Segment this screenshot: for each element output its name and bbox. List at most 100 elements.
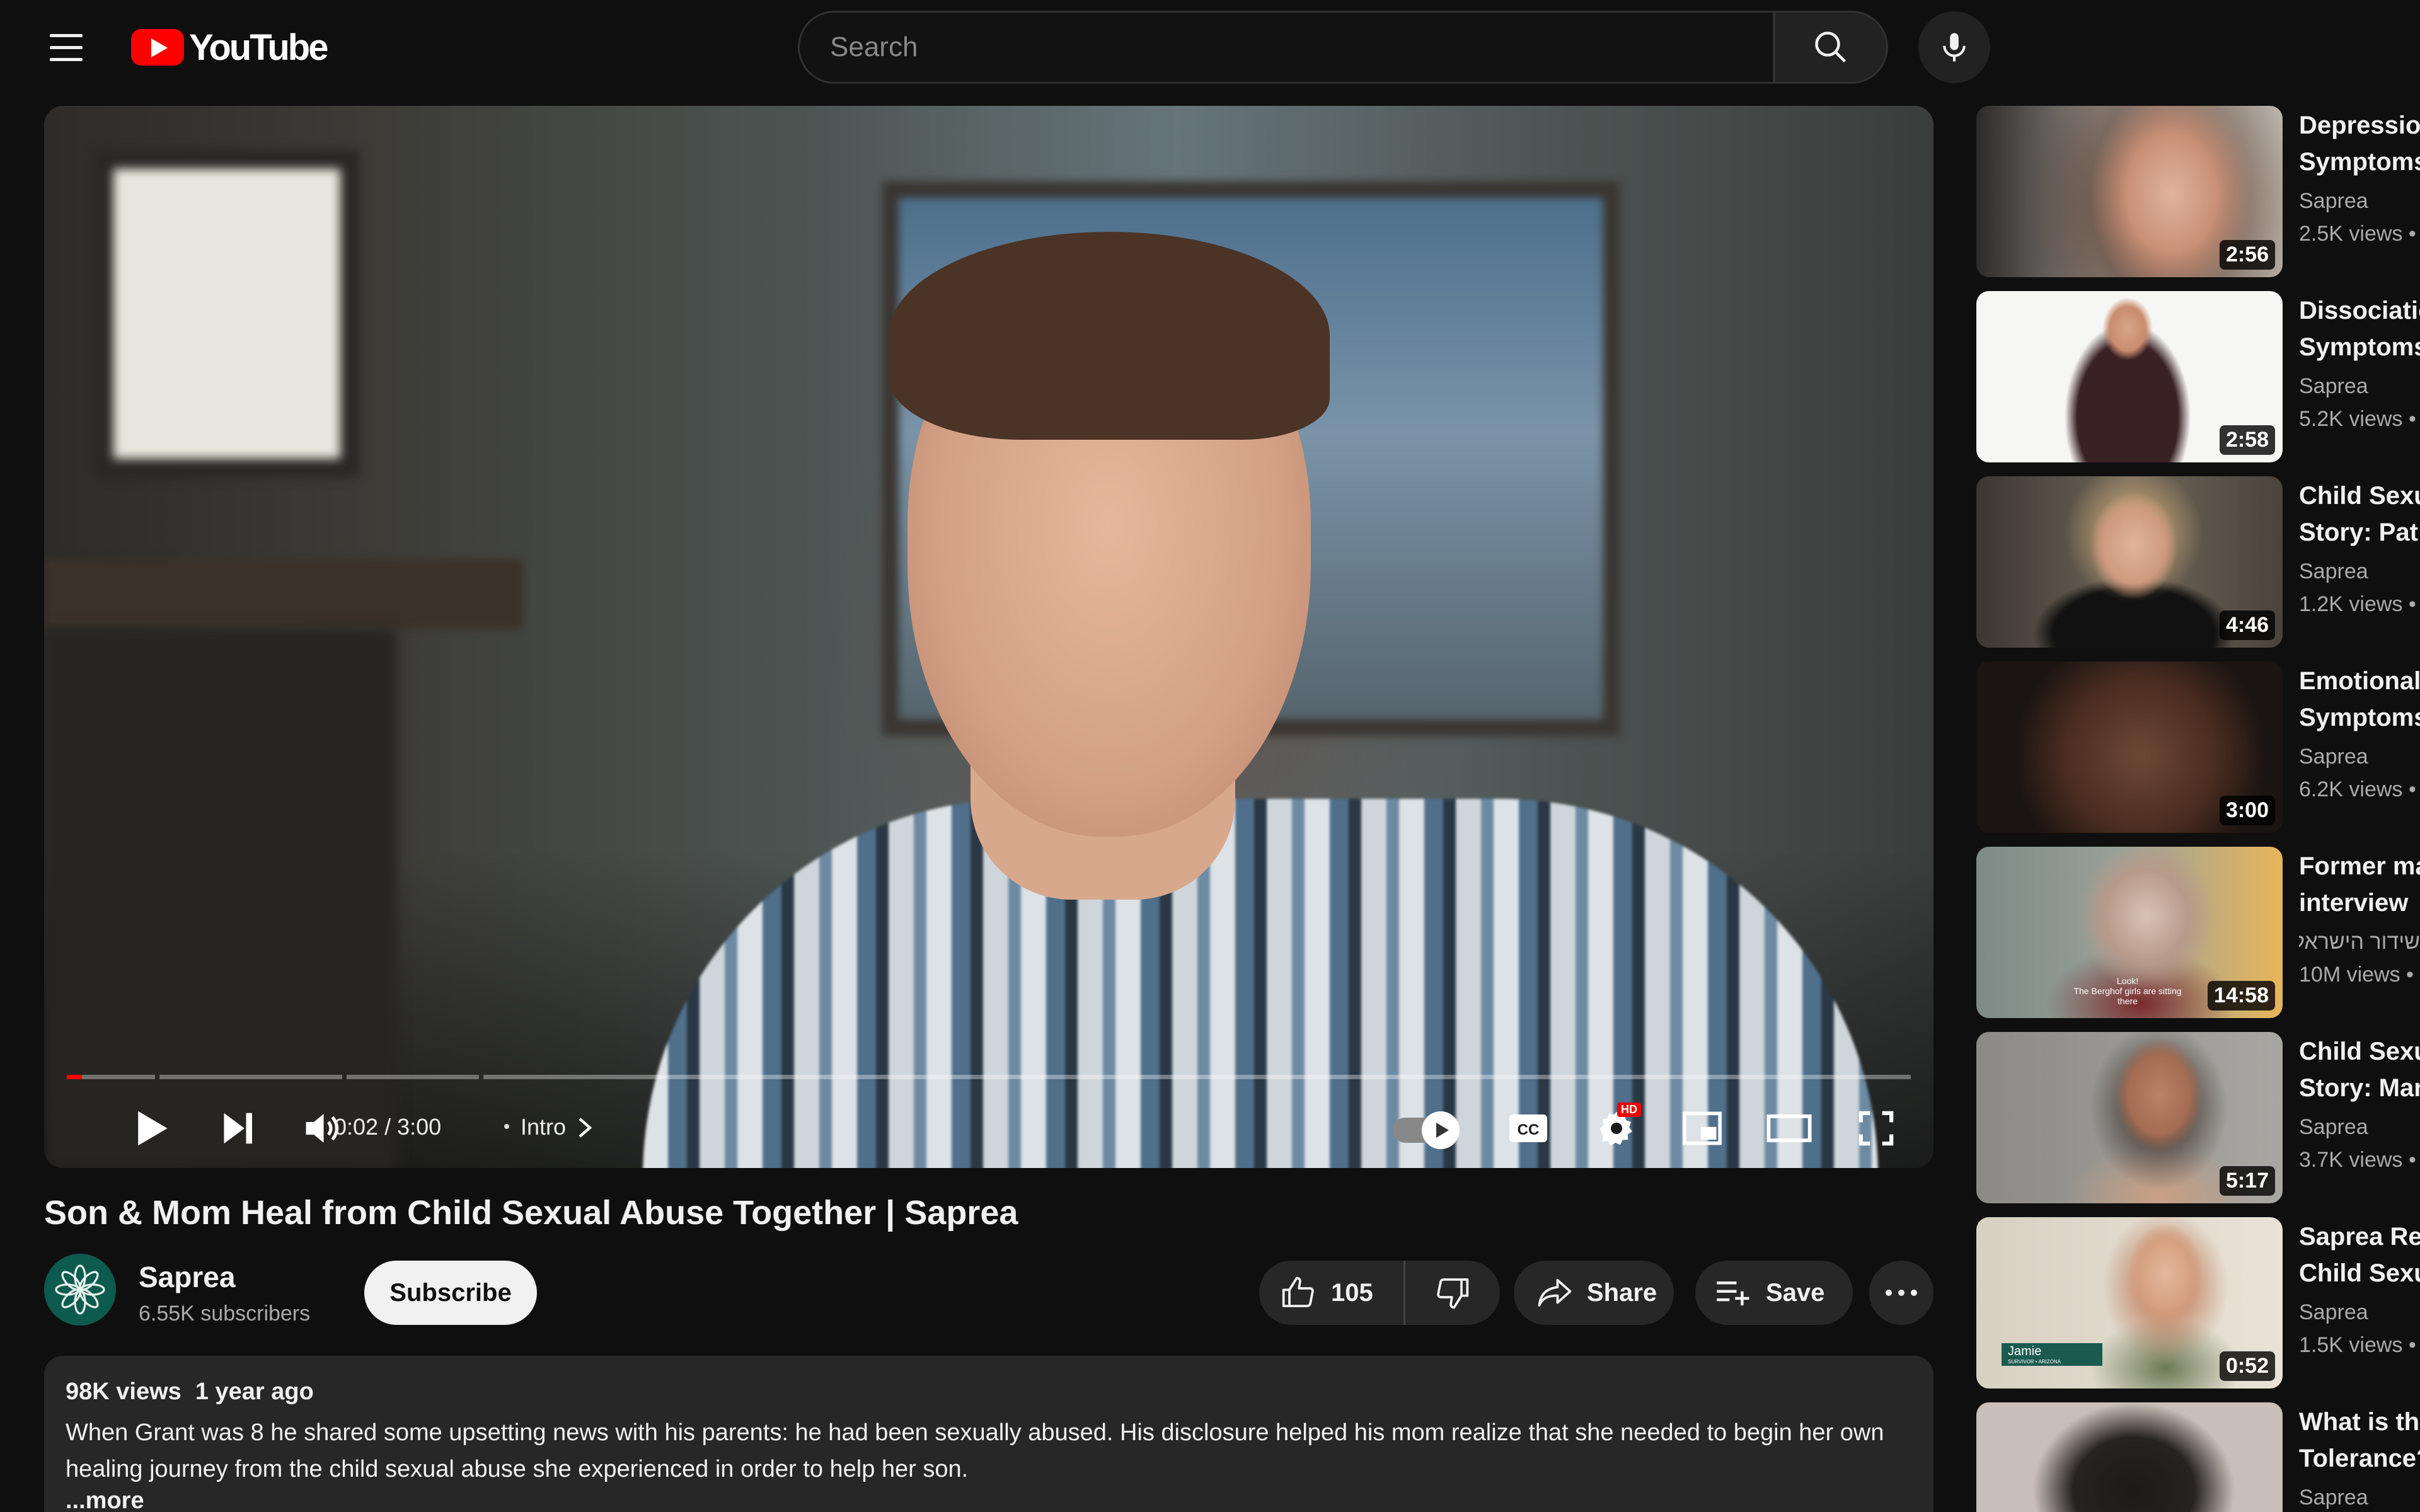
subscriber-count: 6.55K subscribers (139, 1302, 311, 1326)
like-button[interactable]: 105 (1259, 1261, 1405, 1325)
recommendation-thumbnail[interactable]: 2:56 (1976, 106, 2283, 277)
description-meta: 98K views 1 year ago (66, 1378, 1912, 1406)
recommendation-item[interactable]: 4:46 Child Sexu Story: Pat Saprea 1.2K vi… (1976, 476, 2420, 648)
mic-icon (1943, 33, 1966, 62)
recommendation-views: 5.2K views • (2299, 407, 2416, 431)
voice-search-button[interactable] (1918, 11, 1990, 83)
recommendation-thumbnail[interactable]: 3:00 (1976, 662, 2283, 833)
svg-text:CC: CC (1518, 1121, 1540, 1138)
recommendation-thumbnail[interactable]: Look! The Berghof girls are sitting there… (1976, 847, 2283, 1018)
search-icon (1815, 32, 1847, 63)
theater-icon (1766, 1114, 1812, 1143)
description-box[interactable]: 98K views 1 year ago When Grant was 8 he … (44, 1356, 1933, 1512)
chapter-segment[interactable] (347, 1075, 479, 1079)
video-title: Son & Mom Heal from Child Sexual Abuse T… (44, 1194, 1018, 1232)
person-hair (889, 232, 1330, 440)
youtube-play-logo-icon (131, 29, 184, 66)
menu-icon[interactable] (38, 21, 95, 73)
recommendation-item[interactable]: 2:56 DepressionSymptoms Saprea 2.5K view… (1976, 106, 2420, 277)
video-player[interactable]: 0:02 / 3:00 Intro CC HD (44, 106, 1933, 1168)
recommendation-views: 6.2K views • (2299, 777, 2416, 801)
recommendation-item[interactable]: What is theTolerance? Saprea (1976, 1402, 2420, 1512)
recommendation-item[interactable]: Look! The Berghof girls are sitting there… (1976, 847, 2420, 1018)
subscribe-button[interactable]: Subscribe (364, 1261, 537, 1325)
recommendation-views: 3.7K views • (2299, 1148, 2416, 1172)
youtube-logo[interactable]: YouTube (131, 26, 328, 68)
thumbs-down-icon (1437, 1278, 1469, 1309)
recommendation-title: Former ma interview (2299, 852, 2420, 917)
video-duration: 14:58 (2208, 981, 2275, 1011)
search-box[interactable] (798, 11, 1775, 84)
background-picture-frame (95, 150, 359, 478)
like-dislike-group: 105 (1259, 1261, 1500, 1325)
recommendation-thumbnail[interactable]: Jamie SURVIVOR • ARIZONA 0:52 (1976, 1217, 2283, 1389)
chevron-right-icon[interactable] (577, 1116, 592, 1139)
recommendation-thumbnail[interactable]: 4:46 (1976, 476, 2283, 648)
next-button[interactable] (203, 1094, 272, 1163)
recommendation-views: 2.5K views • (2299, 222, 2416, 246)
theater-mode-button[interactable] (1754, 1094, 1824, 1163)
recommendation-item[interactable]: 3:00 Emotional Symptoms Saprea 6.2K views… (1976, 662, 2420, 833)
video-duration: 4:46 (2219, 610, 2275, 640)
chapter-title[interactable]: Intro (521, 1114, 566, 1140)
show-more-link[interactable]: ...more (66, 1487, 1912, 1512)
recommendation-title: DepressionSymptoms (2299, 112, 2420, 176)
recommendation-channel[interactable]: Saprea (2299, 1115, 2420, 1140)
progress-played (67, 1075, 82, 1079)
recommendation-channel[interactable]: Saprea (2299, 1486, 2420, 1510)
share-icon (1538, 1279, 1572, 1307)
recommendation-thumbnail[interactable]: 2:58 (1976, 291, 2283, 462)
time-display: 0:02 / 3:00 (334, 1114, 442, 1140)
search-input[interactable] (800, 13, 1773, 82)
recommendation-title: Child Sexu Story: Pat (2299, 482, 2420, 546)
hd-badge: HD (1617, 1102, 1641, 1117)
recommendation-views: 10M views • (2299, 963, 2414, 987)
recommendation-channel[interactable]: Saprea (2299, 745, 2420, 769)
channel-avatar[interactable] (44, 1254, 116, 1326)
video-duration: 5:17 (2219, 1166, 2275, 1196)
recommendation-item[interactable]: 2:58 DissociatioSymptoms Saprea 5.2K vie… (1976, 291, 2420, 462)
recommendation-channel[interactable]: Saprea (2299, 189, 2420, 214)
recommendation-item[interactable]: 5:17 Child Sexu Story: Mari Saprea 3.7K v… (1976, 1032, 2420, 1203)
background-fireplace (44, 629, 397, 1168)
captions-button[interactable]: CC (1494, 1094, 1563, 1163)
video-duration: 2:58 (2219, 425, 2275, 455)
autoplay-knob (1422, 1111, 1460, 1149)
channel-name[interactable]: Saprea (139, 1260, 235, 1294)
recommendation-thumbnail[interactable]: 5:17 (1976, 1032, 2283, 1203)
chapter-dot (504, 1124, 509, 1129)
more-icon[interactable] (1869, 1261, 1933, 1325)
recommendation-thumbnail[interactable] (1976, 1402, 2283, 1512)
view-count: 98K views (66, 1378, 182, 1405)
recommendation-channel[interactable]: Saprea (2299, 374, 2420, 399)
share-label: Share (1587, 1278, 1657, 1307)
video-duration: 2:56 (2219, 240, 2275, 270)
progress-bar[interactable] (67, 1075, 1911, 1079)
fullscreen-button[interactable] (1841, 1094, 1911, 1163)
player-controls: 0:02 / 3:00 Intro CC HD (44, 1089, 1933, 1168)
upload-age: 1 year ago (195, 1378, 314, 1405)
recommendation-channel[interactable]: Saprea (2299, 559, 2420, 584)
dislike-button[interactable] (1405, 1261, 1500, 1325)
recommendation-item[interactable]: Jamie SURVIVOR • ARIZONA 0:52 Saprea Ret… (1976, 1217, 2420, 1389)
fullscreen-icon (1858, 1111, 1894, 1146)
play-icon (138, 1111, 168, 1146)
saprea-logo-icon (55, 1264, 105, 1315)
play-button[interactable] (117, 1094, 187, 1163)
share-button[interactable]: Share (1514, 1261, 1674, 1325)
like-count: 105 (1331, 1278, 1373, 1307)
video-duration: 0:52 (2219, 1351, 2275, 1381)
thumbs-up-icon (1282, 1276, 1314, 1307)
miniplayer-icon (1683, 1111, 1722, 1145)
recommendation-title: DissociatioSymptoms (2299, 297, 2420, 361)
search-button[interactable] (1773, 11, 1888, 84)
save-button[interactable]: Save (1695, 1261, 1853, 1325)
recommendation-channel[interactable]: שידור הישראלי (2299, 930, 2420, 954)
next-icon (224, 1113, 252, 1144)
chapter-segment[interactable] (159, 1075, 342, 1079)
miniplayer-button[interactable] (1668, 1094, 1737, 1163)
recommendation-channel[interactable]: Saprea (2299, 1300, 2420, 1325)
save-label: Save (1766, 1278, 1825, 1307)
chapter-segment[interactable] (483, 1075, 1911, 1079)
background-shelf (44, 559, 523, 629)
